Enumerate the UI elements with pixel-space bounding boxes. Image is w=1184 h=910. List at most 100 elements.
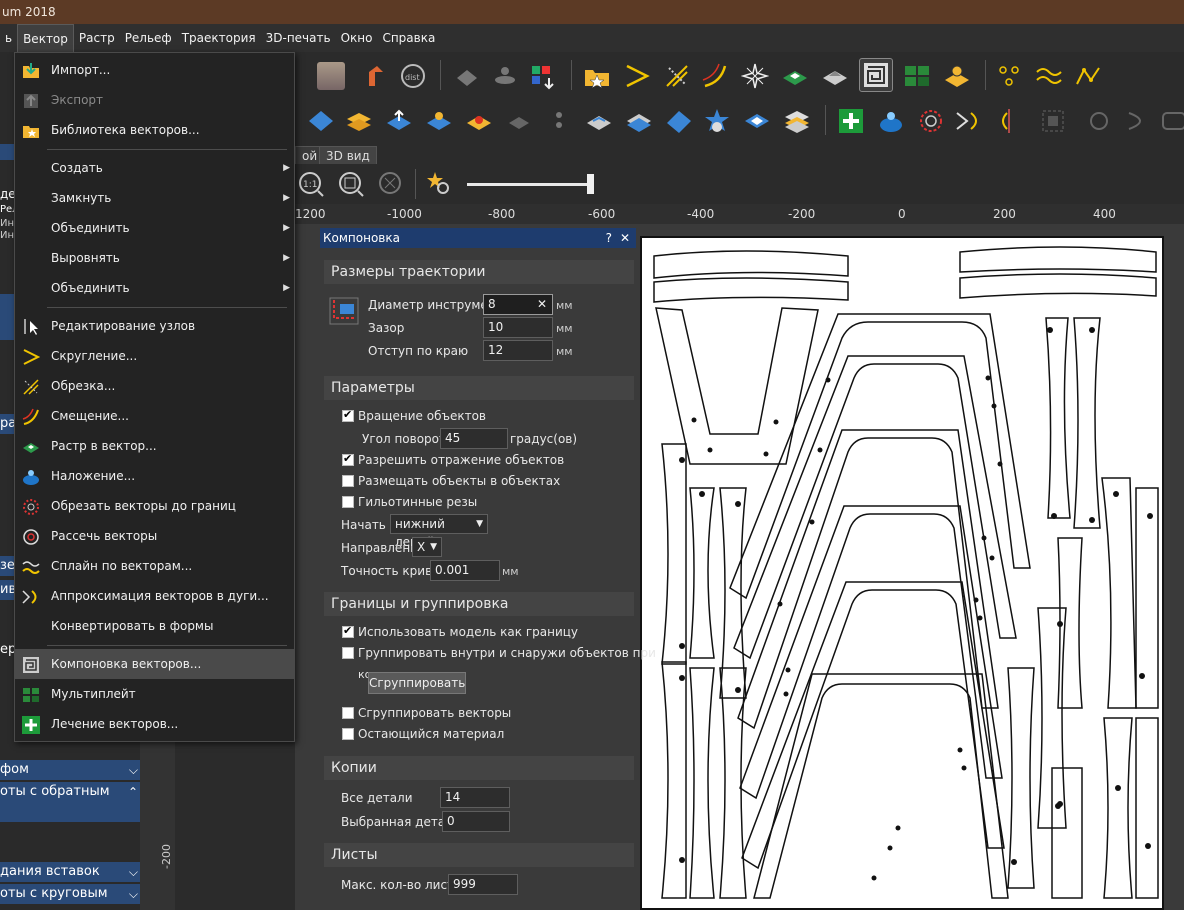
section-copies[interactable]: Копии	[324, 756, 634, 780]
edge-offset-input[interactable]: 12	[483, 340, 553, 361]
dome-icon[interactable]	[465, 107, 493, 135]
chevron-down-icon[interactable]: ⌵	[129, 760, 138, 780]
vector-library-icon[interactable]	[583, 62, 611, 90]
point-icon[interactable]	[545, 107, 573, 135]
layers-icon[interactable]	[529, 62, 557, 90]
clear-icon[interactable]: ✕	[537, 295, 547, 314]
section-boundaries[interactable]: Границы и группировка	[324, 592, 634, 616]
menu-item-nesting[interactable]: Компоновка векторов...	[15, 649, 294, 679]
raise-icon[interactable]	[385, 107, 413, 135]
extrude-icon[interactable]	[307, 107, 335, 135]
section-parameters[interactable]: Параметры	[324, 376, 634, 400]
zoom-slider-track[interactable]	[467, 183, 589, 186]
section-toolpath-sizes[interactable]: Размеры траектории	[324, 260, 634, 284]
nodes-icon[interactable]	[995, 62, 1023, 90]
menu-vector[interactable]: Вектор	[17, 24, 74, 52]
bitmap-to-vector-icon[interactable]	[781, 62, 809, 90]
z-zero-icon[interactable]	[491, 62, 519, 90]
clip-vectors-icon[interactable]	[917, 107, 945, 135]
menu-item-join[interactable]: Объединить ▶	[15, 213, 294, 243]
inside-checkbox[interactable]	[342, 475, 354, 487]
shape-icon[interactable]	[425, 107, 453, 135]
menu-item-create[interactable]: Создать ▶	[15, 153, 294, 183]
menu-file[interactable]: ь	[0, 24, 17, 52]
menu-item-multiplate[interactable]: Мультиплейт	[15, 679, 294, 709]
material-icon[interactable]	[453, 62, 481, 90]
menu-3d-print[interactable]: 3D-печать	[261, 24, 336, 52]
material-sheet[interactable]	[640, 236, 1164, 910]
spline-icon[interactable]	[1035, 62, 1063, 90]
menu-item-offset[interactable]: Смещение...	[15, 401, 294, 431]
menu-item-spline[interactable]: Сплайн по векторам...	[15, 551, 294, 581]
menu-bitmap[interactable]: Растр	[74, 24, 120, 52]
menu-item-export[interactable]: Экспорт	[15, 85, 294, 115]
group-inout-checkbox[interactable]	[342, 647, 354, 659]
menu-item-bitmap-to-vector[interactable]: Растр в вектор...	[15, 431, 294, 461]
tilt-icon[interactable]	[505, 107, 533, 135]
fillet-icon[interactable]	[623, 62, 651, 90]
zoom-selection-icon[interactable]	[377, 170, 405, 198]
curve-tolerance-input[interactable]: 0.001	[430, 560, 500, 581]
zoom-slider-handle[interactable]	[587, 174, 594, 194]
multiplate-icon[interactable]	[903, 62, 931, 90]
menu-item-vector-library[interactable]: Библиотека векторов...	[15, 115, 294, 145]
menu-item-merge[interactable]: Объединить ▶	[15, 273, 294, 303]
fit-arcs-icon[interactable]	[955, 107, 983, 135]
menu-item-fit-arcs[interactable]: Аппроксимация векторов в дуги...	[15, 581, 294, 611]
direction-select[interactable]: X ▼	[412, 537, 442, 557]
plane-icon[interactable]	[743, 107, 771, 135]
zoom-1to1-icon[interactable]: 1:1	[297, 170, 325, 198]
menu-item-import[interactable]: Импорт...	[15, 55, 294, 85]
view-favorite-icon[interactable]	[425, 170, 453, 198]
all-parts-input[interactable]: 14	[440, 787, 510, 808]
polyline-icon[interactable]	[1075, 62, 1103, 90]
rectangle-icon[interactable]	[1159, 107, 1184, 135]
component-icon[interactable]	[703, 107, 731, 135]
offset-icon[interactable]	[701, 62, 729, 90]
group-vectors-checkbox[interactable]	[342, 707, 354, 719]
help-button[interactable]: ?	[606, 228, 612, 248]
bitmap-icon[interactable]	[317, 62, 345, 90]
start-corner-select[interactable]: нижний левый ▼	[390, 514, 488, 549]
remaining-material-checkbox[interactable]	[342, 728, 354, 740]
measure-icon[interactable]: dist	[399, 62, 427, 90]
panel-item-1[interactable]: фом ⌵	[0, 760, 140, 780]
trim-icon[interactable]	[663, 62, 691, 90]
panel-item-3[interactable]: дания вставок ⌵	[0, 862, 140, 882]
menu-item-convert-shapes[interactable]: Конвертировать в формы	[15, 611, 294, 641]
menu-help[interactable]: Справка	[377, 24, 440, 52]
vector-doctor-icon[interactable]	[837, 107, 865, 135]
guillotine-checkbox[interactable]	[342, 496, 354, 508]
panel-item-2[interactable]: оты с обратным ⌃	[0, 782, 140, 822]
menu-item-vector-doctor[interactable]: Лечение векторов...	[15, 709, 294, 739]
chevron-down-icon[interactable]: ⌵	[129, 862, 138, 882]
menu-item-fillet[interactable]: Скругление...	[15, 341, 294, 371]
flat-icon[interactable]	[665, 107, 693, 135]
menu-item-dissect[interactable]: Рассечь векторы	[15, 521, 294, 551]
arc-icon[interactable]	[1125, 107, 1153, 135]
use-model-checkbox[interactable]	[342, 624, 354, 638]
group-button[interactable]: Сгруппировать	[368, 672, 466, 694]
plate-icon[interactable]	[943, 62, 971, 90]
menu-item-node-edit[interactable]: Редактирование узлов	[15, 311, 294, 341]
menu-item-wrap[interactable]: Наложение...	[15, 461, 294, 491]
section-sheets[interactable]: Листы	[324, 843, 634, 867]
close-button[interactable]: ✕	[620, 228, 630, 248]
gap-input[interactable]: 10	[483, 317, 553, 338]
arrow-icon[interactable]	[361, 62, 389, 90]
menu-item-align[interactable]: Выровнять ▶	[15, 243, 294, 273]
relief-icon[interactable]	[821, 62, 849, 90]
chevron-down-icon[interactable]: ⌵	[129, 884, 138, 904]
rotation-angle-input[interactable]: 45	[440, 428, 508, 449]
tab-3d-view[interactable]: 3D вид	[319, 146, 377, 164]
menu-item-close[interactable]: Замкнуть ▶	[15, 183, 294, 213]
sculpt-icon[interactable]	[585, 107, 613, 135]
layers-stack-icon[interactable]	[783, 107, 811, 135]
menu-item-trim[interactable]: Обрезка...	[15, 371, 294, 401]
mirror-icon[interactable]	[995, 107, 1023, 135]
panel-item-4[interactable]: оты с круговым ⌵	[0, 884, 140, 904]
star-icon[interactable]	[740, 62, 770, 90]
rotate-checkbox[interactable]	[342, 408, 354, 422]
dialog-titlebar[interactable]: Компоновка ? ✕	[320, 228, 636, 248]
menu-window[interactable]: Окно	[336, 24, 378, 52]
